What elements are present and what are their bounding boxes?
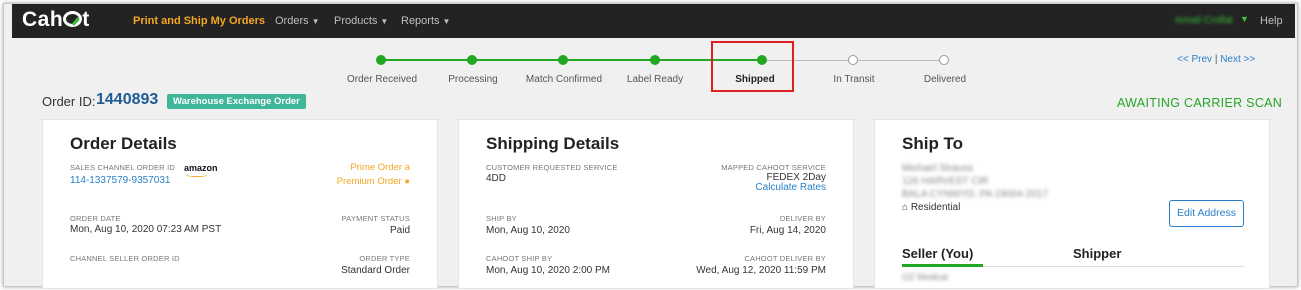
payment-status-label: PAYMENT STATUS <box>341 214 410 223</box>
order-type-label: ORDER TYPE <box>359 254 410 263</box>
caret-down-icon: ▼ <box>442 17 451 26</box>
prev-link[interactable]: << Prev <box>1177 54 1212 65</box>
amazon-a-icon: a <box>404 162 410 173</box>
order-details-card: Order Details SALES CHANNEL ORDER ID ama… <box>42 119 438 289</box>
cahoot-deliver-by-label: CAHOOT DELIVER BY <box>744 254 826 263</box>
amazon-logo: amazon <box>184 163 218 177</box>
deliver-by-label: DELIVER BY <box>779 214 826 223</box>
step-dot-processing <box>467 55 477 65</box>
card-title: Shipping Details <box>486 134 620 153</box>
channel-seller-order-id-label: CHANNEL SELLER ORDER ID <box>70 254 180 263</box>
cahoot-deliver-by: Wed, Aug 12, 2020 11:59 PM <box>696 265 826 276</box>
order-type: Standard Order <box>341 265 410 276</box>
pager-separator: | <box>1214 54 1218 65</box>
nav-products[interactable]: Products ▼ <box>334 15 388 27</box>
residential-indicator: ⌂ Residential <box>902 202 960 213</box>
step-dot-delivered <box>939 55 949 65</box>
sales-channel-order-id-label: SALES CHANNEL ORDER ID <box>70 163 175 172</box>
active-tab-indicator <box>902 264 983 267</box>
help-link[interactable]: Help <box>1260 15 1283 27</box>
caret-down-icon[interactable]: ▼ <box>1240 14 1249 24</box>
nav-products-label: Products <box>334 15 378 27</box>
order-pager: << Prev | Next >> <box>1177 54 1255 65</box>
order-date: Mon, Aug 10, 2020 07:23 AM PST <box>70 224 222 235</box>
cahoot-logo[interactable]: Cah t <box>22 8 90 32</box>
address-line-2: BALA CYNWYD, PA 19004-2017 <box>902 189 1049 200</box>
card-title: Ship To <box>902 134 964 153</box>
step-label-label-ready: Label Ready <box>626 74 684 85</box>
home-icon: ⌂ <box>902 202 909 213</box>
cahoot-ship-by: Mon, Aug 10, 2020 2:00 PM <box>486 265 610 276</box>
nav-print-ship[interactable]: Print and Ship My Orders <box>133 15 265 27</box>
deliver-by: Fri, Aug 14, 2020 <box>749 225 826 236</box>
order-type-badge: Warehouse Exchange Order <box>167 94 306 109</box>
edit-address-button[interactable]: Edit Address <box>1169 200 1244 227</box>
premium-order: Premium Order ● <box>337 176 410 187</box>
prime-order: Prime Order a <box>350 162 410 173</box>
calculate-rates-link[interactable]: Calculate Rates <box>755 182 826 193</box>
step-dot-label-ready <box>650 55 660 65</box>
next-link[interactable]: Next >> <box>1220 54 1255 65</box>
seller-name: OZ Medical <box>902 272 949 282</box>
order-date-label: ORDER DATE <box>70 214 121 223</box>
nav-orders-label: Orders <box>275 15 309 27</box>
customer-requested-service: 4DD <box>486 173 507 184</box>
sales-channel-order-id[interactable]: 114-1337579-9357031 <box>70 175 170 186</box>
order-id-label: Order ID: <box>42 94 96 109</box>
address-line-1: 126 HARVEST CIR <box>902 176 989 187</box>
ship-by-label: SHIP BY <box>486 214 517 223</box>
payment-status: Paid <box>389 225 410 236</box>
mapped-service-label: MAPPED CAHOOT SERVICE <box>721 163 826 172</box>
cahoot-ship-by-label: CAHOOT SHIP BY <box>486 254 553 263</box>
premium-order-label: Premium Order <box>336 176 402 187</box>
shipping-details-card: Shipping Details CUSTOMER REQUESTED SERV… <box>458 119 854 289</box>
residential-label: Residential <box>910 202 961 213</box>
caret-down-icon: ▼ <box>380 17 389 26</box>
ship-by: Mon, Aug 10, 2020 <box>486 225 570 236</box>
step-dot-in-transit <box>848 55 858 65</box>
nav-reports-label: Reports <box>401 15 440 27</box>
caret-down-icon: ▼ <box>311 17 320 26</box>
order-id-value: 1440893 <box>96 91 159 108</box>
info-circle-icon: ● <box>404 176 410 187</box>
logo-o-check-icon <box>63 11 83 27</box>
step-dot-match-confirmed <box>558 55 568 65</box>
nav-orders[interactable]: Orders ▼ <box>275 15 320 27</box>
order-status: AWAITING CARRIER SCAN <box>1117 96 1283 110</box>
step-label-delivered: Delivered <box>923 74 967 85</box>
recipient-name: Michael Strauss <box>902 163 974 174</box>
nav-reports[interactable]: Reports ▼ <box>401 15 450 27</box>
user-menu[interactable]: Ismail Crollat <box>1175 15 1233 26</box>
card-title: Order Details <box>70 134 177 153</box>
customer-requested-service-label: CUSTOMER REQUESTED SERVICE <box>486 163 618 172</box>
progress-line-complete <box>381 59 762 61</box>
current-step-highlight <box>711 41 794 92</box>
prime-order-label: Prime Order <box>350 162 403 173</box>
step-dot-order-received <box>376 55 386 65</box>
tab-seller[interactable]: Seller (You) <box>902 246 973 261</box>
tab-shipper[interactable]: Shipper <box>1073 246 1121 261</box>
top-navbar: Cah t Print and Ship My Orders Orders ▼ Pr… <box>12 4 1295 38</box>
